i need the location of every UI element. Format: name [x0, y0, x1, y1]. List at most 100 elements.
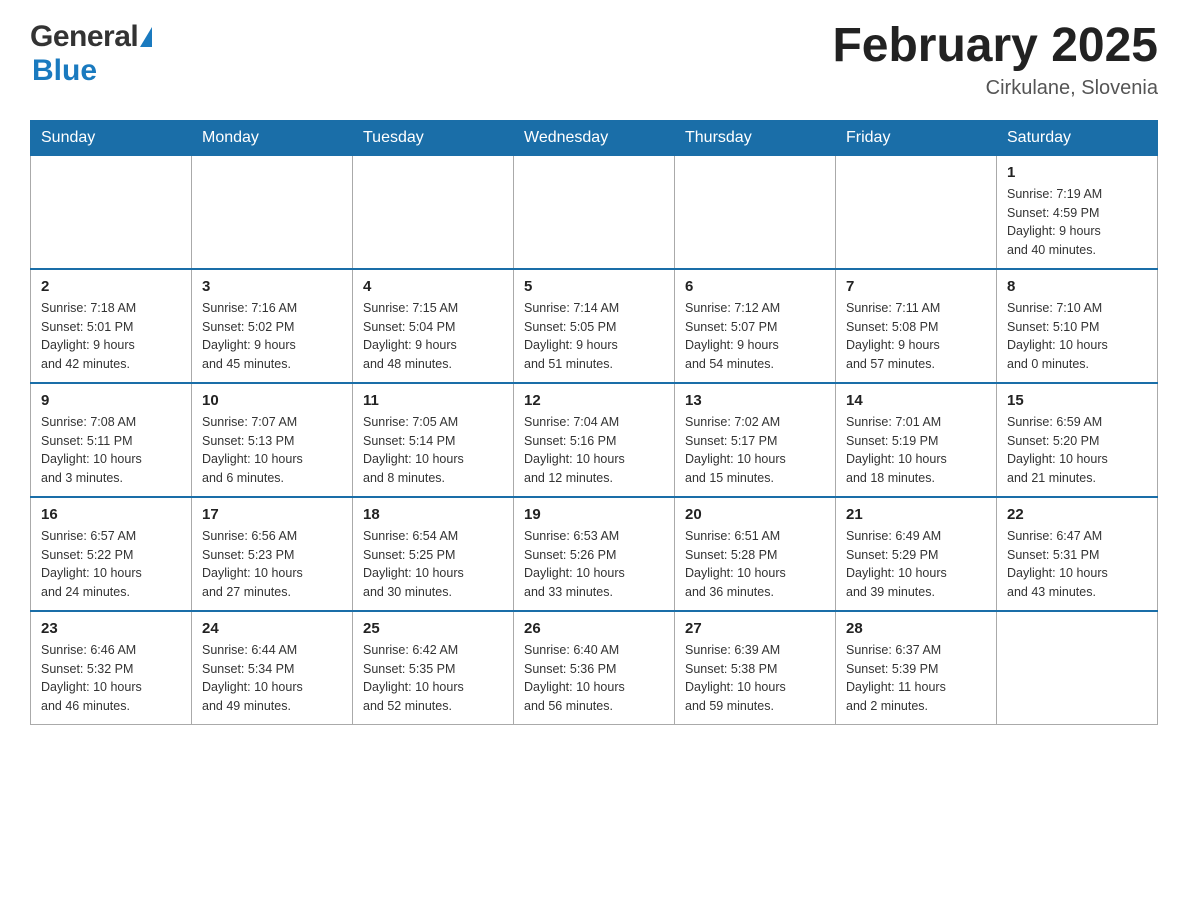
- day-number: 7: [846, 278, 986, 295]
- day-info: Sunrise: 6:56 AMSunset: 5:23 PMDaylight:…: [202, 527, 342, 602]
- calendar-day: 9Sunrise: 7:08 AMSunset: 5:11 PMDaylight…: [31, 383, 192, 497]
- day-number: 20: [685, 506, 825, 523]
- calendar-day: 28 Sunrise: 6:37 AMSunset: 5:39 PMDayligh…: [836, 611, 997, 725]
- calendar-day: 22 Sunrise: 6:47 AMSunset: 5:31 PMDayligh…: [997, 497, 1158, 611]
- day-info: Sunrise: 6:51 AMSunset: 5:28 PMDaylight:…: [685, 527, 825, 602]
- day-number: 17: [202, 506, 342, 523]
- day-info: Sunrise: 6:53 AMSunset: 5:26 PMDaylight:…: [524, 527, 664, 602]
- calendar-day: 16 Sunrise: 6:57 AMSunset: 5:22 PMDayligh…: [31, 497, 192, 611]
- day-number: 21: [846, 506, 986, 523]
- day-number: 27: [685, 620, 825, 637]
- day-info: Sunrise: 7:08 AMSunset: 5:11 PMDaylight:…: [41, 413, 181, 488]
- day-number: 12: [524, 392, 664, 409]
- day-number: 24: [202, 620, 342, 637]
- calendar-day: 19 Sunrise: 6:53 AMSunset: 5:26 PMDayligh…: [514, 497, 675, 611]
- day-info: Sunrise: 7:18 AMSunset: 5:01 PMDaylight:…: [41, 299, 181, 374]
- day-number: 16: [41, 506, 181, 523]
- day-number: 19: [524, 506, 664, 523]
- calendar-day: 7 Sunrise: 7:11 AMSunset: 5:08 PMDaylight…: [836, 269, 997, 383]
- day-header-wednesday: Wednesday: [514, 120, 675, 155]
- calendar-day: 17 Sunrise: 6:56 AMSunset: 5:23 PMDayligh…: [192, 497, 353, 611]
- calendar-day: 11 Sunrise: 7:05 AMSunset: 5:14 PMDayligh…: [353, 383, 514, 497]
- day-headers-row: SundayMondayTuesdayWednesdayThursdayFrid…: [31, 120, 1158, 155]
- day-info: Sunrise: 6:37 AMSunset: 5:39 PMDaylight:…: [846, 641, 986, 716]
- calendar-day: 18 Sunrise: 6:54 AMSunset: 5:25 PMDayligh…: [353, 497, 514, 611]
- day-info: Sunrise: 7:12 AMSunset: 5:07 PMDaylight:…: [685, 299, 825, 374]
- day-info: Sunrise: 6:47 AMSunset: 5:31 PMDaylight:…: [1007, 527, 1147, 602]
- calendar-day: 21 Sunrise: 6:49 AMSunset: 5:29 PMDayligh…: [836, 497, 997, 611]
- day-number: 10: [202, 392, 342, 409]
- day-info: Sunrise: 6:46 AMSunset: 5:32 PMDaylight:…: [41, 641, 181, 716]
- day-number: 13: [685, 392, 825, 409]
- calendar-day: 26Sunrise: 6:40 AMSunset: 5:36 PMDayligh…: [514, 611, 675, 725]
- calendar-day: [192, 155, 353, 269]
- day-info: Sunrise: 7:15 AMSunset: 5:04 PMDaylight:…: [363, 299, 503, 374]
- day-info: Sunrise: 7:19 AMSunset: 4:59 PMDaylight:…: [1007, 185, 1147, 260]
- day-info: Sunrise: 7:07 AMSunset: 5:13 PMDaylight:…: [202, 413, 342, 488]
- day-info: Sunrise: 6:42 AMSunset: 5:35 PMDaylight:…: [363, 641, 503, 716]
- day-info: Sunrise: 6:57 AMSunset: 5:22 PMDaylight:…: [41, 527, 181, 602]
- day-number: 11: [363, 392, 503, 409]
- day-info: Sunrise: 7:02 AMSunset: 5:17 PMDaylight:…: [685, 413, 825, 488]
- calendar-week-3: 9Sunrise: 7:08 AMSunset: 5:11 PMDaylight…: [31, 383, 1158, 497]
- calendar-day: 8Sunrise: 7:10 AMSunset: 5:10 PMDaylight…: [997, 269, 1158, 383]
- calendar-day: 13 Sunrise: 7:02 AMSunset: 5:17 PMDayligh…: [675, 383, 836, 497]
- day-info: Sunrise: 6:54 AMSunset: 5:25 PMDaylight:…: [363, 527, 503, 602]
- calendar-day: [997, 611, 1158, 725]
- logo-blue-text: Blue: [32, 54, 97, 88]
- day-header-thursday: Thursday: [675, 120, 836, 155]
- calendar-day: 25 Sunrise: 6:42 AMSunset: 5:35 PMDayligh…: [353, 611, 514, 725]
- day-number: 18: [363, 506, 503, 523]
- calendar-day: 15 Sunrise: 6:59 AMSunset: 5:20 PMDayligh…: [997, 383, 1158, 497]
- calendar-day: 2Sunrise: 7:18 AMSunset: 5:01 PMDaylight…: [31, 269, 192, 383]
- day-info: Sunrise: 7:10 AMSunset: 5:10 PMDaylight:…: [1007, 299, 1147, 374]
- calendar-week-5: 23Sunrise: 6:46 AMSunset: 5:32 PMDayligh…: [31, 611, 1158, 725]
- day-header-sunday: Sunday: [31, 120, 192, 155]
- day-number: 22: [1007, 506, 1147, 523]
- day-info: Sunrise: 7:05 AMSunset: 5:14 PMDaylight:…: [363, 413, 503, 488]
- calendar-week-4: 16 Sunrise: 6:57 AMSunset: 5:22 PMDayligh…: [31, 497, 1158, 611]
- day-number: 28: [846, 620, 986, 637]
- calendar-day: [353, 155, 514, 269]
- day-number: 15: [1007, 392, 1147, 409]
- day-info: Sunrise: 6:40 AMSunset: 5:36 PMDaylight:…: [524, 641, 664, 716]
- day-header-monday: Monday: [192, 120, 353, 155]
- calendar-day: 4Sunrise: 7:15 AMSunset: 5:04 PMDaylight…: [353, 269, 514, 383]
- calendar-day: [675, 155, 836, 269]
- calendar-day: 6 Sunrise: 7:12 AMSunset: 5:07 PMDaylight…: [675, 269, 836, 383]
- calendar-day: 14Sunrise: 7:01 AMSunset: 5:19 PMDayligh…: [836, 383, 997, 497]
- day-number: 3: [202, 278, 342, 295]
- calendar-day: 23Sunrise: 6:46 AMSunset: 5:32 PMDayligh…: [31, 611, 192, 725]
- logo: General Blue: [30, 20, 152, 88]
- calendar-day: 1 Sunrise: 7:19 AMSunset: 4:59 PMDaylight…: [997, 155, 1158, 269]
- calendar-week-2: 2Sunrise: 7:18 AMSunset: 5:01 PMDaylight…: [31, 269, 1158, 383]
- day-info: Sunrise: 7:14 AMSunset: 5:05 PMDaylight:…: [524, 299, 664, 374]
- calendar-day: 27 Sunrise: 6:39 AMSunset: 5:38 PMDayligh…: [675, 611, 836, 725]
- calendar-day: [836, 155, 997, 269]
- header: General Blue February 2025 Cirkulane, Sl…: [30, 20, 1158, 100]
- logo-triangle-icon: [140, 27, 152, 47]
- day-info: Sunrise: 7:16 AMSunset: 5:02 PMDaylight:…: [202, 299, 342, 374]
- calendar-subtitle: Cirkulane, Slovenia: [832, 77, 1158, 100]
- day-number: 5: [524, 278, 664, 295]
- day-header-saturday: Saturday: [997, 120, 1158, 155]
- title-area: February 2025 Cirkulane, Slovenia: [832, 20, 1158, 100]
- calendar-day: 12 Sunrise: 7:04 AMSunset: 5:16 PMDayligh…: [514, 383, 675, 497]
- day-info: Sunrise: 6:49 AMSunset: 5:29 PMDaylight:…: [846, 527, 986, 602]
- calendar-table: SundayMondayTuesdayWednesdayThursdayFrid…: [30, 120, 1158, 725]
- calendar-day: 24 Sunrise: 6:44 AMSunset: 5:34 PMDayligh…: [192, 611, 353, 725]
- calendar-day: 5 Sunrise: 7:14 AMSunset: 5:05 PMDaylight…: [514, 269, 675, 383]
- day-info: Sunrise: 6:39 AMSunset: 5:38 PMDaylight:…: [685, 641, 825, 716]
- day-number: 6: [685, 278, 825, 295]
- day-info: Sunrise: 6:59 AMSunset: 5:20 PMDaylight:…: [1007, 413, 1147, 488]
- day-info: Sunrise: 7:11 AMSunset: 5:08 PMDaylight:…: [846, 299, 986, 374]
- day-number: 14: [846, 392, 986, 409]
- day-header-friday: Friday: [836, 120, 997, 155]
- day-number: 25: [363, 620, 503, 637]
- day-info: Sunrise: 7:04 AMSunset: 5:16 PMDaylight:…: [524, 413, 664, 488]
- day-number: 1: [1007, 164, 1147, 181]
- calendar-day: 10 Sunrise: 7:07 AMSunset: 5:13 PMDayligh…: [192, 383, 353, 497]
- calendar-title: February 2025: [832, 20, 1158, 73]
- calendar-day: [514, 155, 675, 269]
- day-info: Sunrise: 6:44 AMSunset: 5:34 PMDaylight:…: [202, 641, 342, 716]
